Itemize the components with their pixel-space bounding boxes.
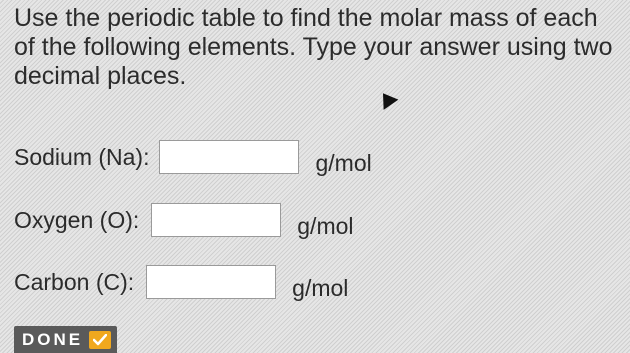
done-button-label: DONE [22, 329, 84, 349]
carbon-row: Carbon (C): g/mol [14, 265, 349, 301]
oxygen-answer-input[interactable] [151, 203, 282, 237]
check-icon [89, 330, 112, 349]
oxygen-unit: g/mol [297, 212, 354, 239]
done-button[interactable]: DONE [14, 326, 118, 353]
carbon-unit: g/mol [292, 274, 349, 301]
question-prompt: Use the periodic table to find the molar… [14, 4, 613, 90]
carbon-answer-input[interactable] [146, 265, 277, 299]
oxygen-row: Oxygen (O): g/mol [14, 203, 354, 239]
oxygen-label: Oxygen (O): [14, 206, 140, 233]
carbon-label: Carbon (C): [14, 268, 135, 295]
sodium-answer-input[interactable] [159, 140, 300, 174]
sodium-row: Sodium (Na): g/mol [14, 140, 372, 176]
mouse-cursor-icon [375, 88, 399, 110]
sodium-label: Sodium (Na): [14, 143, 150, 170]
sodium-unit: g/mol [315, 149, 372, 176]
